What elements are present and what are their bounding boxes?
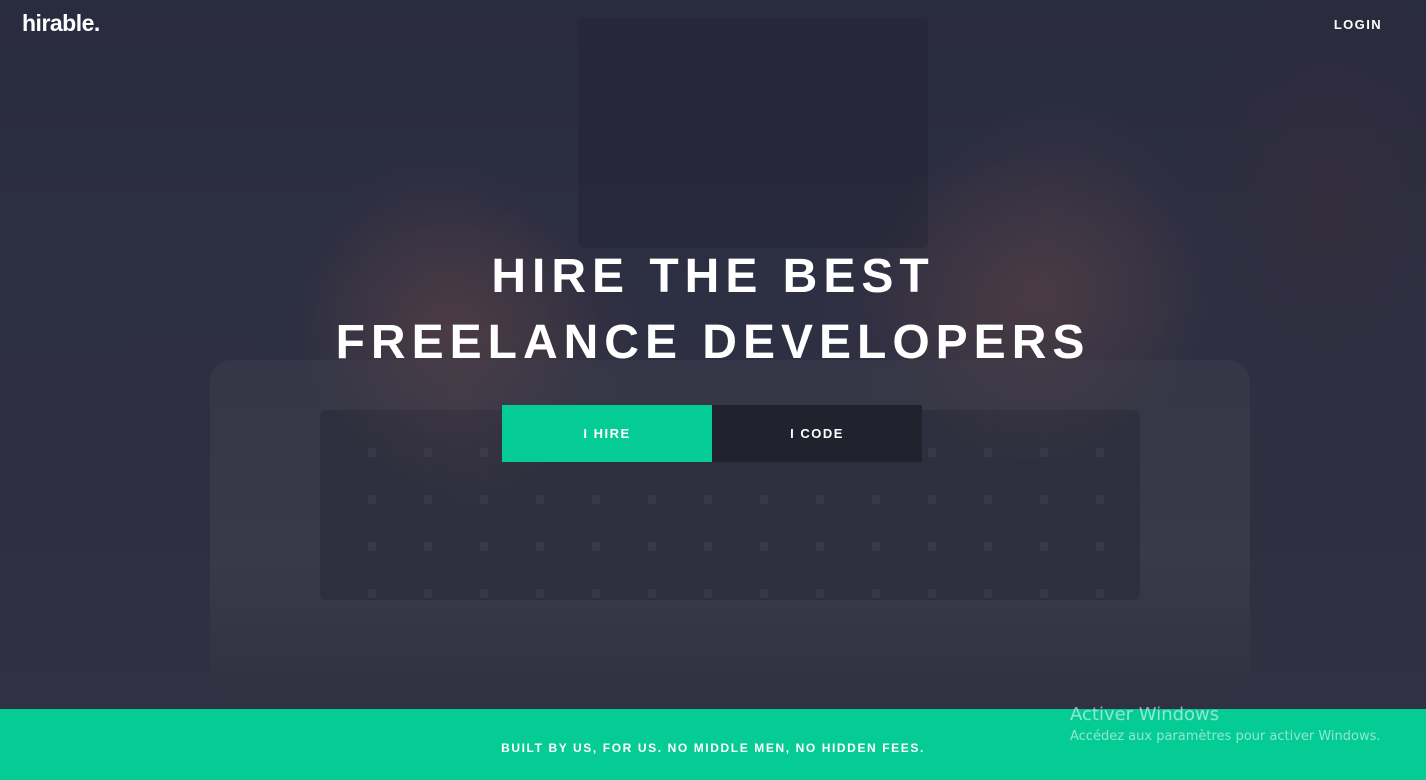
i-code-button[interactable]: I CODE: [712, 405, 922, 462]
login-link[interactable]: LOGIN: [1334, 17, 1382, 32]
cta-button-group: I HIRE I CODE: [502, 405, 922, 462]
watermark-title: Activer Windows: [1070, 704, 1220, 725]
top-navbar: hirable. LOGIN: [0, 0, 1426, 50]
brand-logo[interactable]: hirable.: [22, 10, 100, 37]
hero-headline: HIRE THE BEST FREELANCE DEVELOPERS: [0, 244, 1426, 376]
headline-line-1: HIRE THE BEST: [491, 250, 935, 303]
i-hire-button[interactable]: I HIRE: [502, 405, 712, 462]
headline-line-2: FREELANCE DEVELOPERS: [335, 316, 1091, 369]
windows-activation-watermark: Activer Windows Accédez aux paramètres p…: [1070, 704, 1381, 744]
watermark-subtitle: Accédez aux paramètres pour activer Wind…: [1070, 729, 1381, 744]
